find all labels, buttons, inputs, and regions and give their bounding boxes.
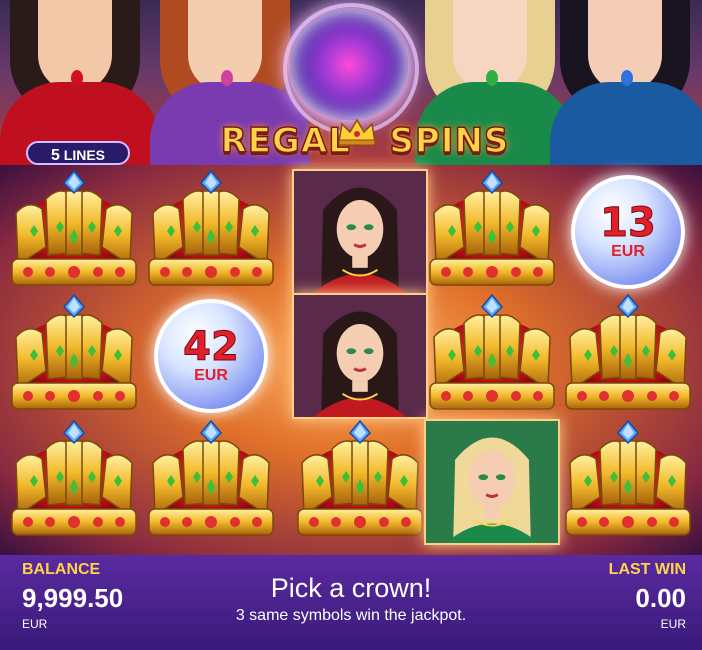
coin-prize-symbol[interactable]: 13 EUR — [560, 169, 696, 295]
lady-brunette-symbol[interactable] — [292, 169, 428, 295]
coin-value: 13 — [600, 200, 657, 246]
crown-symbol-icon[interactable] — [424, 169, 560, 295]
lastwin-currency: EUR — [660, 617, 686, 631]
crown-symbol-icon[interactable] — [6, 293, 142, 419]
coin-prize-symbol[interactable]: 42 EUR — [143, 293, 279, 419]
reel-grid: 13 EUR 42 EUR — [0, 165, 702, 555]
coin-currency: EUR — [611, 243, 645, 260]
crown-symbol-icon[interactable] — [6, 419, 142, 545]
lady-blonde-symbol[interactable] — [424, 419, 560, 545]
lastwin-value: 0.00 — [635, 583, 686, 613]
jackpot-hint: 3 same symbols win the jackpot. — [235, 607, 467, 624]
crown-symbol-icon[interactable] — [143, 419, 279, 545]
coin-value: 42 — [183, 324, 240, 370]
crown-symbol-icon[interactable] — [424, 293, 560, 419]
header-banner: 5 LINES REGAL SPINS 5 — [0, 0, 702, 165]
crown-symbol-icon[interactable] — [292, 419, 428, 545]
magic-orb-icon — [290, 10, 408, 120]
coin-currency: EUR — [194, 367, 228, 384]
lines-count: 5 — [50, 147, 60, 164]
queen-blue-character — [550, 0, 702, 165]
crown-symbol-icon[interactable] — [560, 293, 696, 419]
crown-symbol-icon[interactable] — [143, 169, 279, 295]
lastwin-label: LAST WIN — [608, 561, 686, 578]
crown-symbol-icon[interactable] — [6, 169, 142, 295]
title-crown-icon — [338, 118, 376, 146]
title-regal: REGAL — [220, 120, 351, 162]
footer-bar: BALANCE 9,999.50 EUR Pick a crown! 3 sam… — [0, 555, 702, 650]
lady-brunette-symbol[interactable] — [292, 293, 428, 419]
crown-symbol-icon[interactable] — [560, 419, 696, 545]
title-spins: SPINS — [389, 120, 510, 162]
pick-message: Pick a crown! — [270, 573, 432, 603]
lines-label: LINES — [63, 147, 106, 163]
lines-badge: 5 LINES — [26, 141, 130, 165]
coin-body: 42 EUR — [154, 299, 268, 413]
coin-body: 13 EUR — [571, 175, 685, 289]
